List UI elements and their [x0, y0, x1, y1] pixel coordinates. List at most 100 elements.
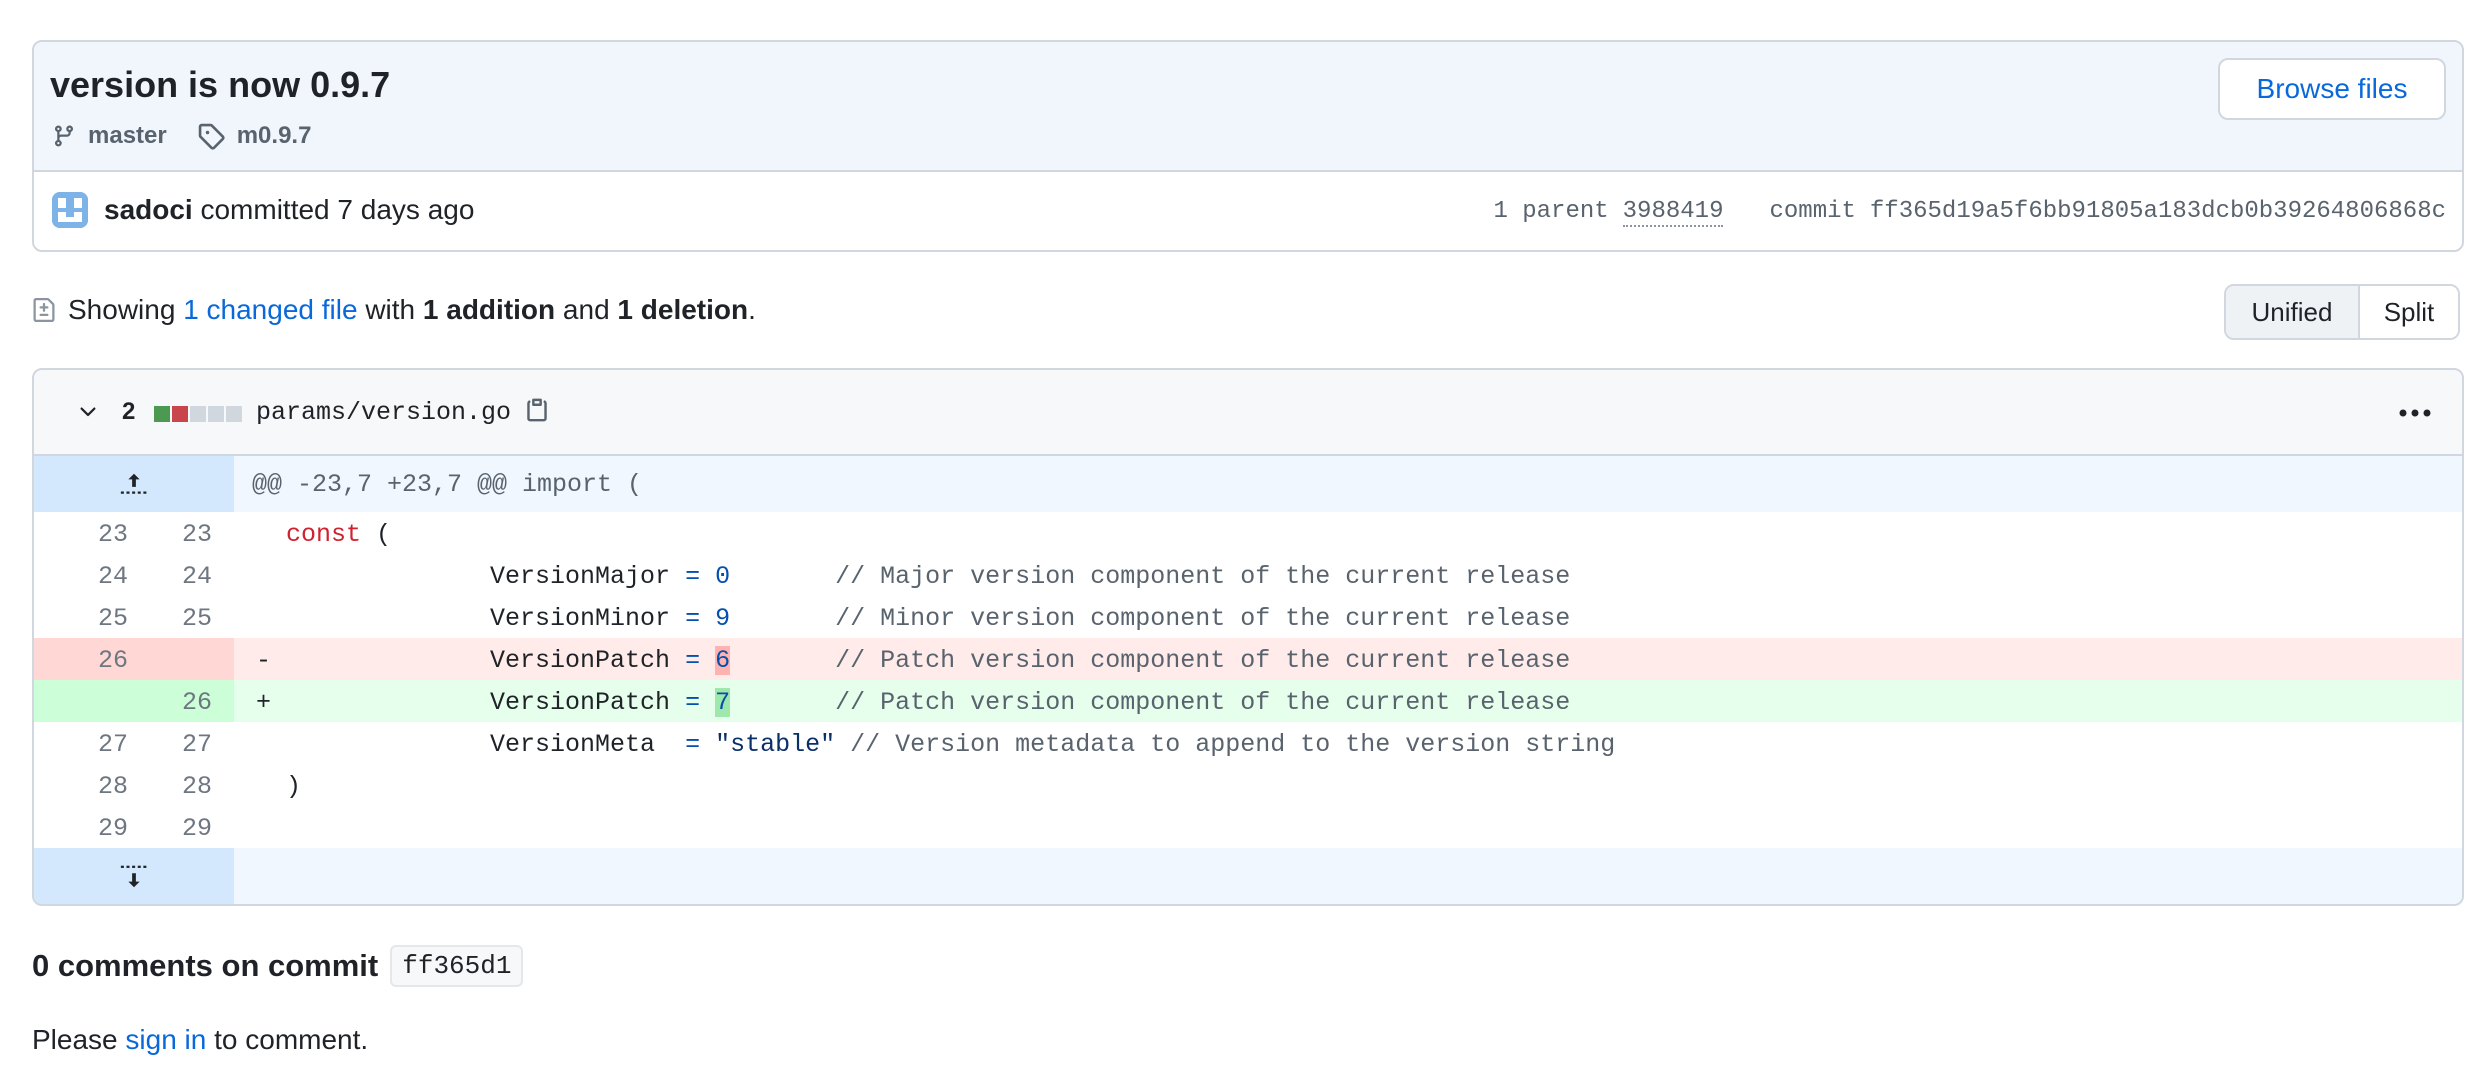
code-comment: // Major version component of the curren…	[835, 562, 1571, 591]
summary-with: with	[365, 294, 416, 325]
diff-line: 29 29	[34, 806, 2462, 848]
summary-prefix: Showing	[68, 294, 176, 325]
new-line-number[interactable]: 25	[152, 604, 212, 633]
diff-view-toggle: Unified Split	[2224, 284, 2460, 340]
commit-meta: sadoci committed 7 days ago 1 parent 398…	[34, 172, 2462, 250]
chevron-down-icon[interactable]	[76, 400, 100, 424]
code-ident: VersionMeta	[370, 730, 686, 759]
diffstat-neutral-block	[208, 406, 224, 422]
branch-ref[interactable]: master	[52, 122, 167, 150]
browse-files-button[interactable]: Browse files	[2218, 58, 2446, 120]
old-line-number[interactable]: 24	[68, 562, 128, 591]
file-change-count: 2	[122, 398, 136, 425]
new-line-number[interactable]: 28	[152, 772, 212, 801]
old-line-number[interactable]: 29	[68, 814, 128, 843]
code-operator: =	[685, 688, 701, 717]
expand-down-button[interactable]	[34, 848, 234, 904]
code-line: VersionMajor = 0 // Major version compon…	[370, 562, 1570, 591]
code-ident: VersionMinor	[370, 604, 686, 633]
code-operator: =	[685, 730, 701, 759]
code-ident: VersionPatch	[370, 688, 686, 717]
branch-name: master	[88, 122, 167, 149]
additions-count: 1 addition	[422, 294, 556, 325]
diff-line-added: 26 + VersionPatch = 7 // Patch version c…	[34, 680, 2462, 722]
code-comment: // Patch version component of the curren…	[835, 646, 1571, 675]
code-keyword: const	[286, 520, 362, 549]
code-line: VersionMinor = 9 // Minor version compon…	[370, 604, 1570, 633]
code-ident: VersionMajor	[370, 562, 686, 591]
new-line-number[interactable]: 23	[152, 520, 212, 549]
diff-line: 25 25 VersionMinor = 9 // Minor version …	[34, 596, 2462, 638]
file-diff: 2 params/version.go @@ -23,7 +23,7 @@ im…	[32, 368, 2464, 906]
author-line: sadoci committed 7 days ago	[104, 194, 474, 226]
changed-files-link[interactable]: 1 changed file	[183, 294, 357, 326]
code-line: )	[286, 772, 302, 801]
file-diff-icon	[33, 298, 55, 322]
diffstat-neutral-block	[190, 406, 206, 422]
tag-name: m0.9.7	[236, 122, 312, 149]
deletion-marker: -	[256, 646, 272, 675]
parent-label: 1 parent	[1493, 198, 1609, 225]
diff-summary: Showing 1 changed file with 1 addition a…	[32, 290, 756, 330]
commit-title-bar: version is now 0.9.7 master m0.9.7 Brows…	[34, 42, 2462, 172]
commit-sha-badge: ff365d1	[390, 945, 524, 987]
deletions-count: 1 deletion	[617, 294, 749, 325]
diffstat-bar	[154, 406, 244, 422]
code-comment: // Minor version component of the curren…	[835, 604, 1571, 633]
diff-line: 27 27 VersionMeta = "stable" // Version …	[34, 722, 2462, 764]
diffstat-neutral-block	[226, 406, 242, 422]
hunk-header: @@ -23,7 +23,7 @@ import (	[34, 456, 2462, 512]
expand-up-button[interactable]	[34, 456, 234, 512]
code-string: "stable"	[715, 730, 836, 759]
file-path[interactable]: params/version.go	[256, 398, 511, 427]
addition-marker: +	[256, 688, 272, 717]
expand-up-icon	[120, 473, 147, 494]
signin-prompt: Please sign in to comment.	[32, 1024, 368, 1056]
new-line-number[interactable]: 26	[152, 688, 212, 717]
commit-time: 7 days ago	[337, 194, 475, 225]
git-branch-icon	[54, 125, 73, 147]
code-operator: =	[685, 604, 701, 633]
commit-refs: master m0.9.7	[52, 118, 341, 154]
old-line-number[interactable]: 28	[68, 772, 128, 801]
expand-footer-bg	[234, 848, 2462, 904]
old-line-number[interactable]: 26	[68, 646, 128, 675]
code-line: VersionMeta = "stable" // Version metada…	[370, 730, 1615, 759]
code-line: VersionPatch = 6 // Patch version compon…	[370, 646, 1570, 675]
split-view-button[interactable]: Split	[2360, 286, 2458, 338]
code-operator: =	[685, 646, 701, 675]
code-ident: VersionPatch	[370, 646, 686, 675]
avatar[interactable]	[52, 192, 88, 228]
code-line: const (	[286, 520, 391, 549]
diff-line-deleted: 26 - VersionPatch = 6 // Patch version c…	[34, 638, 2462, 680]
tag-icon	[198, 123, 225, 150]
comments-title: 0 comments on commit	[32, 948, 379, 983]
old-line-number[interactable]: 23	[68, 520, 128, 549]
signin-link[interactable]: sign in	[125, 1024, 206, 1055]
commit-action: committed	[200, 194, 330, 225]
commit-shas: 1 parent 3988419 commit ff365d19a5f6bb91…	[1493, 198, 2446, 227]
code-text: (	[361, 520, 392, 549]
unified-view-button[interactable]: Unified	[2226, 286, 2360, 338]
copy-icon[interactable]	[524, 394, 550, 426]
file-header: 2 params/version.go	[34, 370, 2462, 456]
parent-sha-link[interactable]: 3988419	[1622, 198, 1724, 227]
commit-label: commit	[1769, 198, 1856, 225]
new-line-number[interactable]: 24	[152, 562, 212, 591]
code-number-removed: 6	[715, 646, 731, 675]
kebab-menu-icon[interactable]	[2398, 408, 2432, 418]
diff-line: 23 23 const (	[34, 512, 2462, 554]
hunk-header-text: @@ -23,7 +23,7 @@ import (	[252, 470, 643, 499]
tag-ref[interactable]: m0.9.7	[197, 122, 312, 150]
summary-period: .	[748, 294, 756, 325]
code-comment: // Patch version component of the curren…	[835, 688, 1571, 717]
old-line-number[interactable]: 25	[68, 604, 128, 633]
old-line-number[interactable]: 27	[68, 730, 128, 759]
author-name[interactable]: sadoci	[104, 194, 193, 225]
new-line-number[interactable]: 27	[152, 730, 212, 759]
diff-line: 28 28 )	[34, 764, 2462, 806]
deleted-gutter	[34, 638, 234, 680]
new-line-number[interactable]: 29	[152, 814, 212, 843]
summary-and: and	[562, 294, 610, 325]
commit-title: version is now 0.9.7	[50, 64, 391, 105]
